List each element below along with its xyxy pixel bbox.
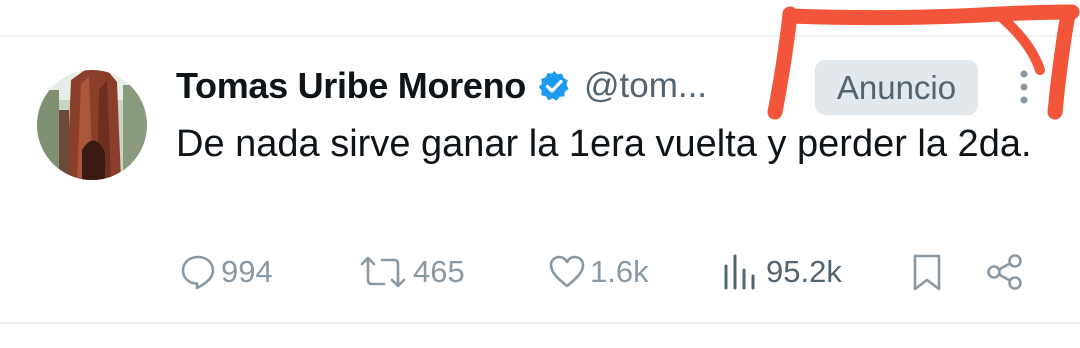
heart-icon <box>547 252 587 292</box>
tweet-header: Tomas Uribe Moreno @tom... <box>176 62 707 110</box>
bookmark-icon <box>910 252 944 292</box>
vertical-dots-icon[interactable] <box>1010 68 1038 108</box>
verified-badge-icon <box>538 70 570 102</box>
red-annotation-stroke <box>767 4 1080 120</box>
like-count: 1.6k <box>590 254 649 289</box>
retweet-arrows-icon <box>356 252 410 292</box>
reply-button[interactable]: 994 <box>178 250 273 294</box>
retweet-button[interactable]: 465 <box>356 250 465 294</box>
top-divider <box>0 35 1080 37</box>
share-nodes-icon <box>985 252 1025 292</box>
views-button[interactable]: 95.2k <box>722 250 842 294</box>
share-button[interactable] <box>985 250 1025 294</box>
bottom-divider <box>0 322 1080 324</box>
reply-count: 994 <box>221 254 273 289</box>
tweet-actions: 994 465 1.6k 95.2k <box>0 250 1080 294</box>
author-handle[interactable]: @tom... <box>584 66 707 106</box>
views-count: 95.2k <box>766 254 842 289</box>
like-button[interactable]: 1.6k <box>547 250 649 294</box>
author-name[interactable]: Tomas Uribe Moreno <box>176 65 526 107</box>
speech-bubble-icon <box>178 252 218 292</box>
avatar[interactable] <box>37 70 147 180</box>
bar-chart-icon <box>722 252 758 292</box>
tweet-text: De nada sirve ganar la 1era vuelta y per… <box>176 123 1032 165</box>
retweet-count: 465 <box>413 254 465 289</box>
ad-badge: Anuncio <box>815 60 978 115</box>
bookmark-button[interactable] <box>910 250 944 294</box>
